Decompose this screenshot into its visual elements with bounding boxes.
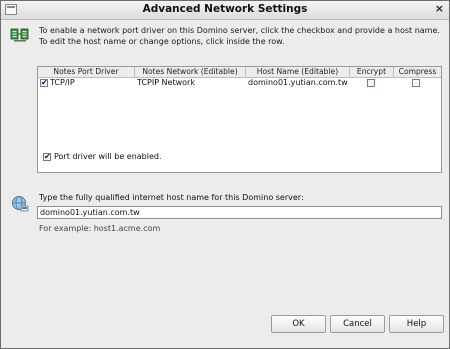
column-header-port-driver[interactable]: Notes Port Driver [38,67,135,77]
close-icon[interactable]: × [435,2,444,15]
host-name-prompt: Type the fully qualified internet host n… [39,193,304,202]
instructions: To enable a network port driver on this … [39,25,444,47]
column-header-encrypt[interactable]: Encrypt [350,67,394,77]
table-header: Notes Port Driver Notes Network (Editabl… [38,67,441,78]
port-driver-enabled-label: Port driver will be enabled. [54,152,162,161]
compress-checkbox[interactable] [412,79,420,87]
host-name-example: For example: host1.acme.com [39,224,161,233]
column-header-compress[interactable]: Compress [394,67,441,77]
table-row[interactable]: TCP/IP TCPIP Network domino01.yutian.com… [38,78,441,88]
ok-button[interactable]: OK [271,315,326,333]
encrypt-checkbox[interactable] [367,79,375,87]
dialog-title: Advanced Network Settings [142,3,308,15]
network-cell[interactable]: TCPIP Network [137,78,195,88]
instruction-line-2: To edit the host name or change options,… [39,37,285,46]
column-header-network[interactable]: Notes Network (Editable) [135,67,246,77]
title-bar[interactable]: Advanced Network Settings × [1,1,449,20]
globe-host-icon [12,196,29,212]
port-driver-enabled-checkbox[interactable] [43,152,51,162]
column-header-host-name[interactable]: Host Name (Editable) [246,67,350,77]
help-button[interactable]: Help [389,315,444,333]
host-name-cell[interactable]: domino01.yutian.com.tw [248,78,348,88]
network-port-icon [10,28,29,42]
cancel-button[interactable]: Cancel [330,315,385,333]
instruction-line-1: To enable a network port driver on this … [39,26,440,35]
port-driver-cell[interactable]: TCP/IP [50,78,75,88]
host-name-input[interactable] [37,206,442,219]
advanced-network-settings-dialog: Advanced Network Settings × To enable a … [0,0,450,349]
row-enable-checkbox[interactable] [40,78,48,88]
